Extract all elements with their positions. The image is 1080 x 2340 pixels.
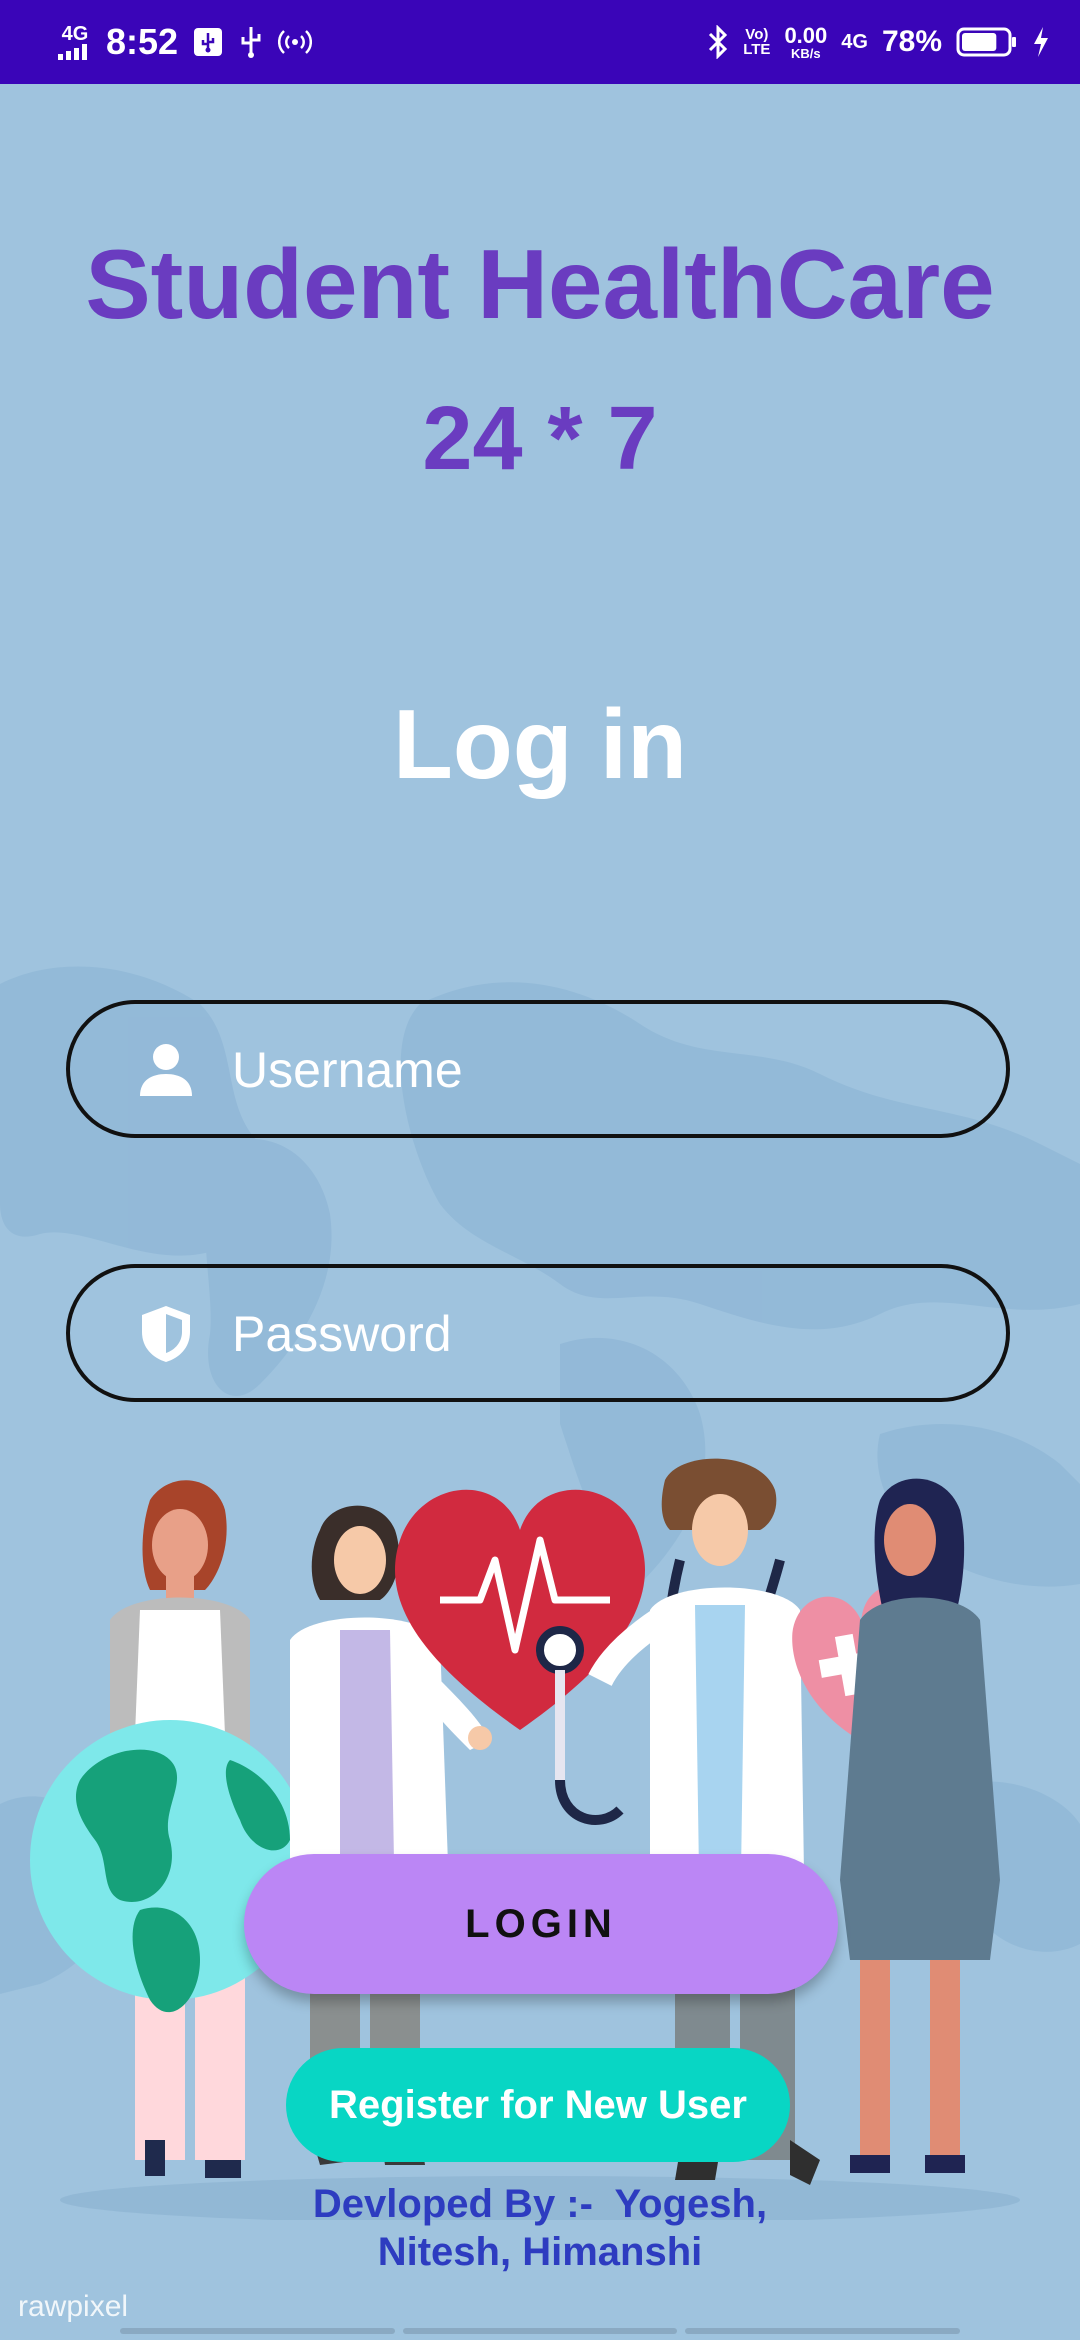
credits: Devloped By :- Yogesh, Nitesh, Himanshi [240, 2180, 840, 2276]
user-icon [140, 1044, 192, 1096]
password-field[interactable] [66, 1264, 1010, 1402]
username-input[interactable] [230, 1024, 974, 1116]
status-bar: 4G 8:52 Vo) LTE 0.00 KB/s 4G 78% [0, 0, 1080, 84]
speed-value: 0.00 [784, 22, 828, 48]
usb-icon [241, 27, 261, 58]
charging-icon [1034, 27, 1048, 57]
nav-segment[interactable] [685, 2328, 961, 2334]
password-input[interactable] [230, 1288, 974, 1380]
shield-icon [142, 1306, 190, 1362]
volte-indicator: Vo) LTE [743, 27, 770, 57]
signal-icon [58, 44, 87, 60]
network-type-left: 4G [61, 23, 89, 45]
login-button[interactable]: LOGIN [244, 1854, 838, 1994]
network-speed: 0.00 KB/s [784, 22, 828, 61]
username-field[interactable] [66, 1000, 1010, 1138]
credits-line-2: Nitesh, Himanshi [377, 2230, 703, 2274]
bluetooth-icon [709, 25, 728, 59]
navigation-bar [120, 2328, 961, 2334]
speed-unit: KB/s [791, 45, 821, 61]
battery-percent: 78% [881, 25, 942, 58]
usb-settings-icon [194, 28, 223, 56]
signal-indicator-left: 4G [58, 24, 92, 60]
illustration-person-right [840, 1478, 1000, 2173]
register-button[interactable]: Register for New User [286, 2048, 790, 2162]
volte-top-label: Vo) [745, 26, 769, 43]
watermark: rawpixel [18, 2290, 129, 2323]
volte-bottom-label: LTE [743, 41, 771, 58]
login-heading: Log in [393, 689, 687, 799]
app-title: Student HealthCare [85, 229, 995, 339]
credits-line-1: Devloped By :- Yogesh, [312, 2182, 768, 2226]
hotspot-icon [278, 30, 313, 54]
network-type-right: 4G [841, 31, 868, 53]
app-subtitle: 24 * 7 [422, 389, 658, 489]
nav-segment[interactable] [402, 2328, 678, 2334]
clock-time: 8:52 [106, 21, 179, 62]
battery-icon [956, 27, 1016, 57]
nav-segment[interactable] [120, 2328, 395, 2334]
